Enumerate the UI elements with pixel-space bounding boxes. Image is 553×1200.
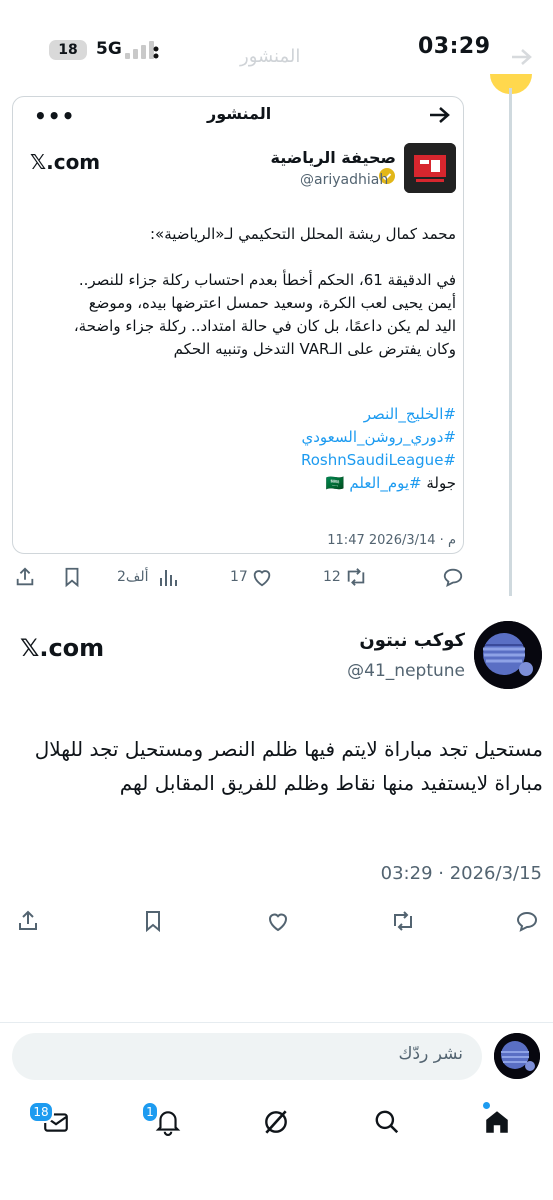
share-icon[interactable] [16,909,40,933]
network-type: 5G [96,39,122,59]
cellular-signal-icon [125,41,161,59]
bookmark-icon[interactable] [61,566,83,588]
newspaper-logo-avatar[interactable] [404,143,456,193]
search-icon[interactable] [373,1108,401,1136]
composer-divider [0,1022,553,1023]
hashtag-link[interactable]: #يوم_العلم [349,474,421,492]
like-icon[interactable] [265,909,291,933]
share-icon[interactable] [14,566,36,588]
battery-indicator: 18 [49,40,87,60]
reply-icon[interactable] [514,909,540,933]
round-label: جولة [421,474,456,492]
home-icon[interactable] [483,1108,511,1136]
card-author-handle[interactable]: @ariyadhiah [300,172,388,188]
card-body-line: اليد لم يكن داعمًا، بل كان في حالة امتدا… [73,317,456,335]
tweet-timestamp: 03:29 · 2026/3/15 [380,863,542,884]
author-name[interactable]: كوكب نبتون [300,630,465,651]
back-arrow-icon[interactable] [428,106,450,124]
more-options-icon[interactable]: ••• [34,104,75,128]
views-icon[interactable] [158,566,178,588]
author-handle[interactable]: @41_neptune [300,661,465,681]
hashtag-link[interactable]: #دوري_روشن_السعودي [302,428,456,446]
views-count: 2ألف [117,569,149,585]
faded-header-title: المنشور [240,46,301,67]
card-author-name-text[interactable]: صحيفة الرياضية [271,148,396,167]
grok-icon[interactable] [262,1108,290,1136]
notifications-badge: 1 [141,1101,159,1123]
reply-placeholder[interactable]: نشر ردّك [399,1044,463,1064]
x-com-logo: 𝕏.com [30,150,101,174]
reply-icon[interactable] [442,566,464,588]
tweet-text: مستحيل تجد مباراة لايتم فيها ظلم النصر و… [34,737,543,795]
card-body-line: أيمن يحيى لعب الكرة، وسعيد حمسل اعترضها … [88,294,456,312]
thread-connector-line [509,88,512,596]
x-com-logo: 𝕏.com [20,634,105,662]
messages-badge: 18 [28,1101,54,1123]
card-body-text: محمد كمال ريشة المحلل التحكيمي لـ«الرياض… [30,223,456,361]
faded-back-arrow-icon [510,48,532,66]
card-header-title: المنشور [207,104,272,123]
card-body-line: في الدقيقة 61، الحكم أخطأ بعدم احتساب رك… [78,271,456,289]
card-timestamp: 11:47 م · 2026/3/14 [327,533,456,548]
like-icon[interactable] [251,566,273,588]
card-body-line: وكان يفترض على الـVAR التدخل وتنبيه الحك… [173,340,456,358]
bookmark-icon[interactable] [141,909,165,933]
home-unread-dot [483,1102,490,1109]
card-body-line [30,246,456,269]
retweet-icon[interactable] [344,566,368,588]
retweets-count: 12 [323,569,341,585]
hashtag-link[interactable]: #RoshnSaudiLeague [301,451,456,469]
my-avatar[interactable] [494,1033,540,1079]
neptune-avatar[interactable] [474,621,542,689]
likes-count: 17 [230,569,248,585]
saudi-flag-emoji: 🇸🇦 [325,474,345,492]
card-body-line: محمد كمال ريشة المحلل التحكيمي لـ«الرياض… [149,225,456,243]
retweet-icon[interactable] [389,909,417,933]
card-hashtags: #الخليج_النصر #دوري_روشن_السعودي #RoshnS… [30,403,456,495]
status-time: 03:29 [418,34,491,59]
hashtag-link[interactable]: #الخليج_النصر [364,405,456,423]
